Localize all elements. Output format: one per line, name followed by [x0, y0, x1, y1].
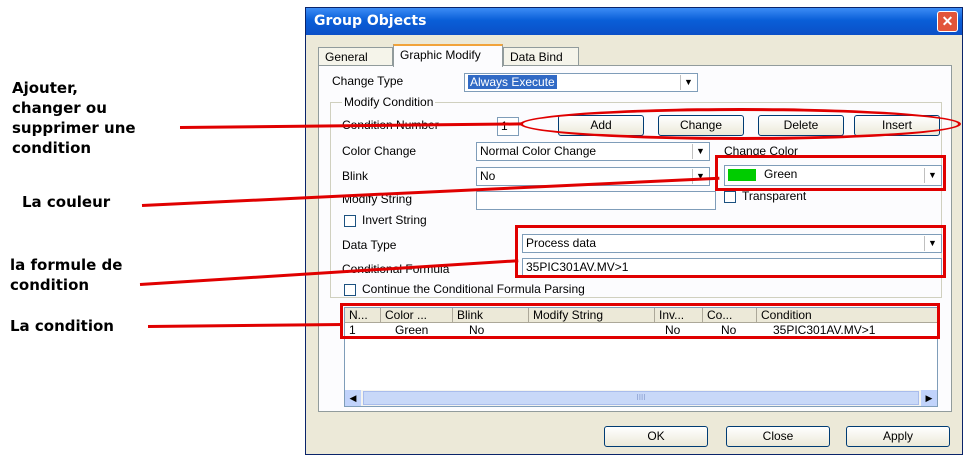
highlight-formula-box [515, 225, 946, 278]
change-type-select[interactable]: Always Execute ▼ [464, 73, 698, 92]
highlight-condition-box [340, 303, 940, 339]
color-change-label: Color Change [342, 144, 417, 158]
tab-data-bind[interactable]: Data Bind [503, 47, 579, 66]
title-bar[interactable]: Group Objects ✕ [306, 8, 962, 35]
scroll-thumb[interactable]: IIII [363, 391, 919, 405]
condition-number-field[interactable]: 1 [497, 117, 519, 136]
scroll-right-icon[interactable]: ▶ [921, 390, 937, 406]
blink-value: No [480, 169, 496, 183]
invert-string-label: Invert String [362, 213, 427, 227]
color-change-value: Normal Color Change [480, 144, 597, 158]
blink-label: Blink [342, 169, 369, 183]
close-window-button[interactable]: ✕ [937, 11, 958, 32]
scroll-left-icon[interactable]: ◀ [345, 390, 361, 406]
transparent-label: Transparent [742, 189, 807, 203]
modify-string-input[interactable] [476, 191, 716, 210]
annotation-formula: la formule de condition [10, 256, 123, 294]
annotation-color: La couleur [22, 193, 111, 211]
color-change-select[interactable]: Normal Color Change ▼ [476, 142, 710, 161]
highlight-buttons-oval [520, 108, 961, 140]
highlight-color-box [715, 155, 946, 191]
annotation-add-change-delete: Ajouter, changer ou supprimer une condit… [12, 79, 136, 157]
transparent-checkbox[interactable] [724, 191, 736, 203]
ok-button[interactable]: OK [604, 426, 708, 447]
annotation-condition: La condition [10, 317, 114, 335]
continue-parsing-label: Continue the Conditional Formula Parsing [362, 282, 585, 296]
horizontal-scrollbar[interactable]: ◀ IIII ▶ [345, 390, 937, 406]
window-title: Group Objects [314, 13, 427, 29]
chevron-down-icon: ▼ [692, 144, 708, 159]
chevron-down-icon: ▼ [680, 75, 696, 90]
close-button[interactable]: Close [726, 426, 830, 447]
change-type-value: Always Execute [468, 75, 557, 89]
tab-general[interactable]: General [318, 47, 393, 66]
continue-parsing-checkbox[interactable] [344, 284, 356, 296]
modify-condition-group-label: Modify Condition [342, 95, 436, 109]
apply-button[interactable]: Apply [846, 426, 950, 447]
invert-string-checkbox[interactable] [344, 215, 356, 227]
data-type-label: Data Type [342, 238, 397, 252]
tab-graphic-modify[interactable]: Graphic Modify [393, 44, 503, 67]
change-type-label: Change Type [332, 74, 404, 88]
